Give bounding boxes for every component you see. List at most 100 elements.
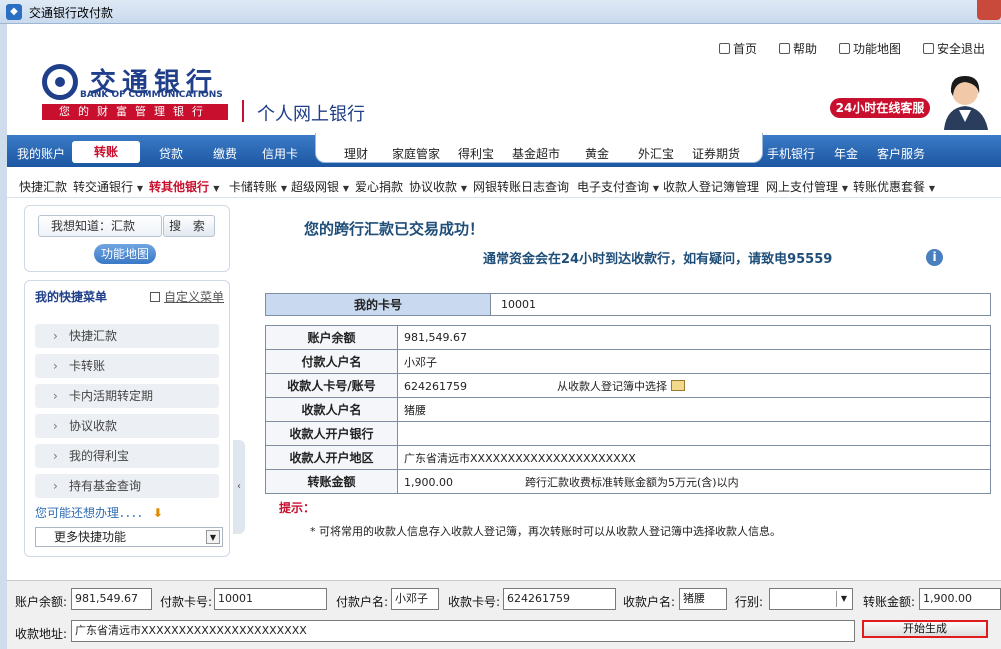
maybe-label: 您可能还想办理．．．．: [35, 506, 150, 520]
subnav-transfer-log[interactable]: 网银转账日志查询: [473, 178, 569, 195]
subnav-super-ebank[interactable]: 超级网银 ▼: [291, 178, 349, 195]
subnav-quick-remit[interactable]: 快捷汇款: [19, 178, 67, 195]
quick-item-label: 卡转账: [69, 359, 106, 373]
recv-name-field[interactable]: 猪腰: [679, 588, 727, 610]
dropdown-icon: ▼: [136, 184, 143, 193]
payee-card-value: 624261759: [404, 379, 467, 393]
subnav-card-savings[interactable]: 卡储转账 ▼: [229, 178, 287, 195]
header-divider: [242, 100, 244, 122]
nav-transfer[interactable]: 转账: [72, 141, 140, 163]
nav-annuity[interactable]: 年金: [834, 145, 858, 162]
sidebar-collapse-handle[interactable]: ‹: [233, 440, 245, 534]
subnav-agreement[interactable]: 协议收款 ▼: [409, 178, 467, 195]
custom-menu-label: 自定义菜单: [164, 290, 225, 304]
subnav-epay-query[interactable]: 电子支付查询 ▼: [577, 178, 659, 195]
dropdown-icon: ▼: [280, 184, 287, 193]
nav-payment[interactable]: 缴费: [213, 145, 237, 162]
book-icon: [670, 379, 685, 391]
choose-from-book-link[interactable]: 从收款人登记簿中选择: [557, 379, 685, 393]
nav-my-account[interactable]: 我的账户: [17, 145, 65, 162]
bank-type-label: 行别:: [735, 595, 764, 609]
balance-field[interactable]: 981,549.67: [71, 588, 152, 610]
table-row: 收款人户名 猪腰: [265, 397, 991, 422]
exit-icon: [923, 43, 934, 54]
amount-field[interactable]: 1,900.00: [919, 588, 1001, 610]
address-label: 收款地址:: [15, 627, 68, 641]
address-field[interactable]: 广东省清远市XXXXXXXXXXXXXXXXXXXXXX: [71, 620, 855, 642]
maybe-link[interactable]: 您可能还想办理．．．． ⬇: [35, 504, 163, 521]
dropdown-icon: ▼: [342, 184, 349, 193]
quick-item-fund-query[interactable]: 持有基金查询: [35, 474, 219, 498]
pay-name-field[interactable]: 小邓子: [391, 588, 439, 610]
row-value: 猪腰: [397, 397, 991, 422]
quick-item-label: 持有基金查询: [69, 479, 142, 493]
card-value: 10001: [490, 293, 991, 316]
success-message: 您的跨行汇款已交易成功！: [304, 220, 485, 238]
quick-item-agreement[interactable]: 协议收款: [35, 414, 219, 438]
table-row: 转账金额 1,900.00 跨行汇款收费标准转账金额为5万元(含)以内: [265, 469, 991, 494]
subnav-bocom[interactable]: 转交通银行 ▼: [73, 178, 143, 195]
help-link[interactable]: 帮助: [779, 40, 817, 57]
function-map-label: 功能地图: [853, 42, 902, 56]
dropdown-icon: ▼: [460, 184, 467, 193]
row-label: 账户余额: [265, 325, 398, 350]
nav-gold[interactable]: 黄金: [585, 145, 609, 162]
info-icon[interactable]: i: [926, 249, 943, 266]
quick-item-fixed-deposit[interactable]: 卡内活期转定期: [35, 384, 219, 408]
nav-customer-service[interactable]: 客户服务: [877, 145, 925, 162]
function-map-button[interactable]: 功能地图: [94, 244, 156, 264]
subnav-other-bank[interactable]: 转其他银行 ▼: [149, 178, 219, 195]
subnav-label: 超级网银: [291, 180, 340, 194]
custom-menu-link[interactable]: 自定义菜单: [150, 288, 224, 305]
amount-value: 1,900.00: [404, 475, 453, 489]
subnav-discount-package[interactable]: 转账优惠套餐 ▼: [853, 178, 935, 195]
nav-loan[interactable]: 贷款: [159, 145, 183, 162]
row-label: 转账金额: [265, 469, 398, 494]
search-button[interactable]: 搜 索: [163, 215, 215, 237]
subnav-label: 网上支付管理: [766, 180, 839, 194]
row-label: 付款人户名: [265, 349, 398, 374]
subnav-label: 转交通银行: [73, 180, 134, 194]
home-link[interactable]: 首页: [719, 40, 757, 57]
nav-securities[interactable]: 证券期货: [692, 145, 740, 162]
card-table: 我的卡号 10001: [265, 293, 991, 316]
nav-credit-card[interactable]: 信用卡: [262, 145, 298, 162]
quick-item-delibao[interactable]: 我的得利宝: [35, 444, 219, 468]
quick-item-card-transfer[interactable]: 卡转账: [35, 354, 219, 378]
table-row: 我的卡号 10001: [265, 293, 991, 316]
row-value: 981,549.67: [397, 325, 991, 350]
more-functions-select[interactable]: 更多快捷功能 ▼: [35, 527, 223, 547]
subnav-payee-book[interactable]: 收款人登记簿管理: [663, 178, 759, 195]
know-search-input[interactable]: 我想知道：汇款: [38, 215, 162, 237]
nav-family[interactable]: 家庭管家: [392, 145, 440, 162]
nav-mobile-bank[interactable]: 手机银行: [767, 145, 815, 162]
pay-name-label: 付款户名:: [336, 595, 389, 609]
nav-fund[interactable]: 基金超市: [512, 145, 560, 162]
nav-delibao[interactable]: 得利宝: [458, 145, 494, 162]
table-row: 收款人卡号/账号 624261759 从收款人登记簿中选择: [265, 373, 991, 398]
close-button[interactable]: [977, 0, 1001, 20]
quick-item-label: 快捷汇款: [69, 329, 118, 343]
table-row: 收款人开户地区 广东省清远市XXXXXXXXXXXXXXXXXXXXXX: [265, 445, 991, 470]
nav-forex[interactable]: 外汇宝: [638, 145, 674, 162]
quick-item-remit[interactable]: 快捷汇款: [35, 324, 219, 348]
function-map-link[interactable]: 功能地图: [839, 40, 901, 57]
row-label: 收款人开户地区: [265, 445, 398, 470]
bank-type-select[interactable]: ▼: [769, 588, 853, 610]
row-value: 广东省清远市XXXXXXXXXXXXXXXXXXXXXX: [397, 445, 991, 470]
product-name: 个人网上银行: [257, 104, 365, 125]
table-row: 账户余额 981,549.67: [265, 325, 991, 350]
recv-card-field[interactable]: 624261759: [503, 588, 616, 610]
start-generate-button[interactable]: 开始生成: [862, 620, 988, 638]
subnav-donation[interactable]: 爱心捐款: [355, 178, 403, 195]
subnav-online-pay[interactable]: 网上支付管理 ▼: [766, 178, 848, 195]
choose-from-book-label: 从收款人登记簿中选择: [557, 379, 667, 393]
online-service-badge[interactable]: 24小时在线客服: [830, 98, 930, 118]
chevron-down-icon: ▼: [206, 530, 220, 544]
nav-wealth[interactable]: 理财: [344, 145, 368, 162]
logout-link[interactable]: 安全退出: [923, 40, 985, 57]
arrival-note: 通常资金会在24小时到达收款行，如有疑问，请致电95559: [483, 252, 833, 267]
dropdown-icon: ▼: [928, 184, 935, 193]
pay-card-field[interactable]: 10001: [214, 588, 327, 610]
recv-name-label: 收款户名:: [623, 595, 676, 609]
